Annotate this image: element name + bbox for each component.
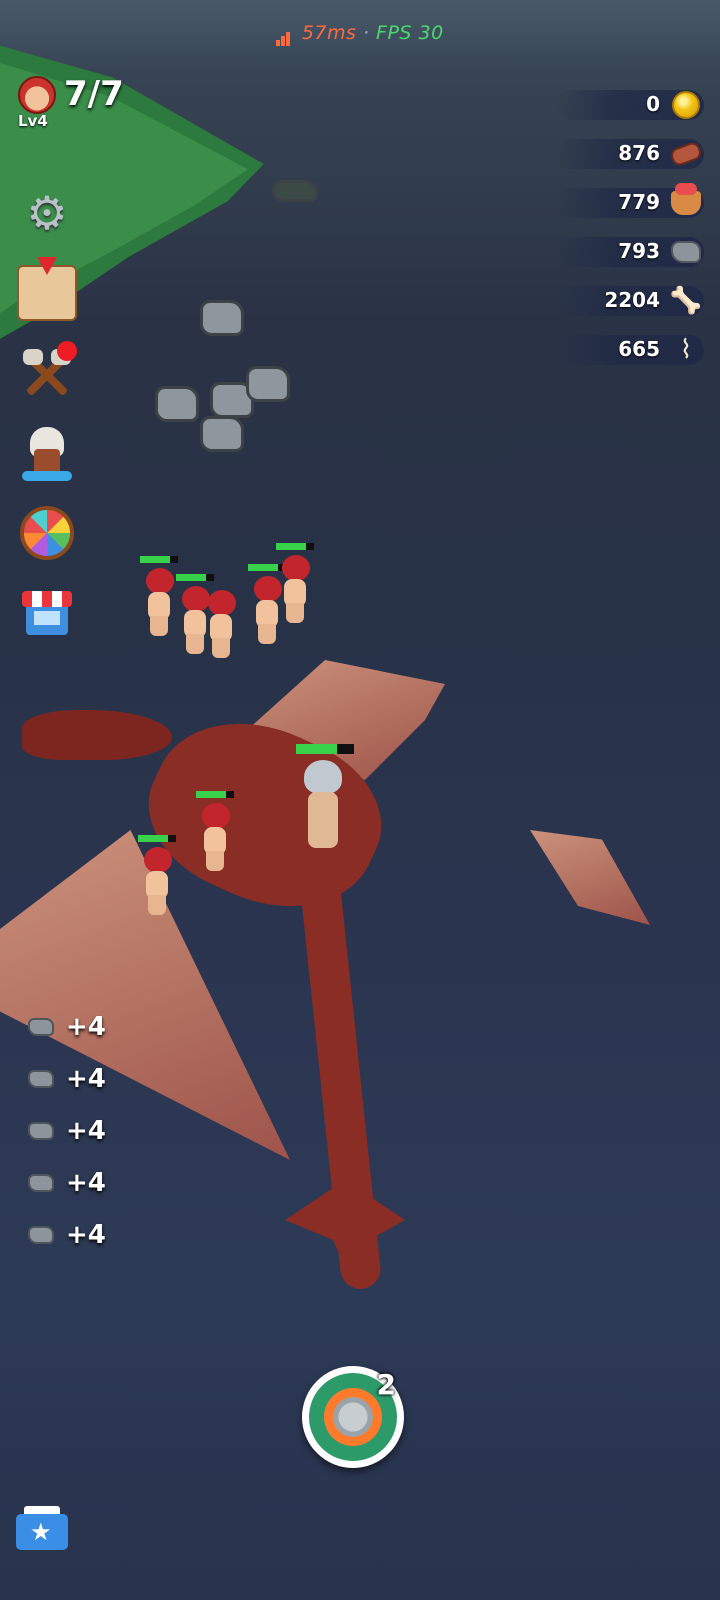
- crafting-button[interactable]: [16, 341, 78, 404]
- stone-node[interactable]: [246, 366, 290, 402]
- resource-gain: +4: [28, 1114, 138, 1154]
- resource-gain: +4: [28, 1062, 138, 1102]
- tooth-icon: ⌇: [679, 335, 693, 365]
- shop-button[interactable]: [16, 582, 78, 644]
- resource-food: 779: [554, 183, 704, 220]
- resource-coin: 0: [554, 88, 704, 122]
- resource-gain: +4: [28, 1166, 138, 1206]
- treasure-map-button[interactable]: [16, 257, 78, 324]
- star-icon: ★: [30, 1518, 52, 1546]
- skull-gate-icon: [22, 425, 72, 481]
- dragon-wing-tip: [530, 830, 650, 925]
- stone-icon: [28, 1070, 54, 1088]
- gear-icon: ⚙: [26, 186, 68, 240]
- stone-icon: [28, 1226, 54, 1244]
- separator: ·: [362, 22, 370, 44]
- meat-icon: [668, 139, 704, 169]
- fps-text: FPS 30: [376, 22, 444, 44]
- use-canned-food-button[interactable]: 2: [302, 1366, 404, 1468]
- caveman-unit[interactable]: [196, 791, 234, 873]
- stone-icon: [670, 237, 702, 267]
- mail-button[interactable]: ★: [16, 1502, 68, 1552]
- dungeon-button[interactable]: [16, 422, 78, 484]
- small-rock: [272, 180, 318, 202]
- crossed-axes-icon: [19, 341, 77, 401]
- shop-icon: [22, 589, 72, 637]
- resource-meat: 876: [554, 137, 704, 171]
- stone-icon: [28, 1122, 54, 1140]
- food-basket-icon: [670, 183, 702, 218]
- item-count: 2: [376, 1368, 396, 1401]
- wheel-icon: [20, 506, 74, 560]
- performance-indicator: 57ms · FPS 30: [0, 22, 720, 46]
- resource-gain: +4: [28, 1218, 138, 1258]
- player-info[interactable]: Lv4 7/7: [14, 72, 144, 132]
- resource-tooth: 665 ⌇: [554, 333, 704, 367]
- caveman-unit[interactable]: [202, 590, 238, 660]
- notification-dot: [57, 341, 77, 361]
- signal-icon: [276, 24, 291, 46]
- dragon-head[interactable]: [22, 710, 172, 760]
- troop-count: 7/7: [64, 74, 124, 114]
- canned-food-icon: [324, 1388, 382, 1446]
- resource-stone: 793: [554, 235, 704, 269]
- caveman-unit[interactable]: [140, 556, 178, 638]
- stone-node[interactable]: [200, 416, 244, 452]
- settings-button[interactable]: ⚙: [16, 182, 78, 244]
- dragon-claw: [285, 1180, 405, 1280]
- map-icon: [17, 257, 77, 321]
- resource-gain: +4: [28, 1010, 138, 1050]
- ping-text: 57ms: [301, 22, 357, 44]
- resource-bone: 2204 🦴: [554, 284, 704, 318]
- stone-node[interactable]: [155, 386, 199, 422]
- caveman-unit[interactable]: [138, 835, 176, 917]
- player-hero[interactable]: [296, 744, 354, 850]
- player-level: Lv4: [18, 112, 48, 130]
- bone-icon: 🦴: [669, 286, 703, 316]
- stone-icon: [28, 1174, 54, 1192]
- stone-icon: [28, 1018, 54, 1036]
- stone-node[interactable]: [200, 300, 244, 336]
- lucky-wheel-button[interactable]: [16, 502, 78, 564]
- avatar-icon[interactable]: [18, 76, 56, 114]
- caveman-unit[interactable]: [276, 543, 314, 625]
- coin-icon: [670, 90, 702, 120]
